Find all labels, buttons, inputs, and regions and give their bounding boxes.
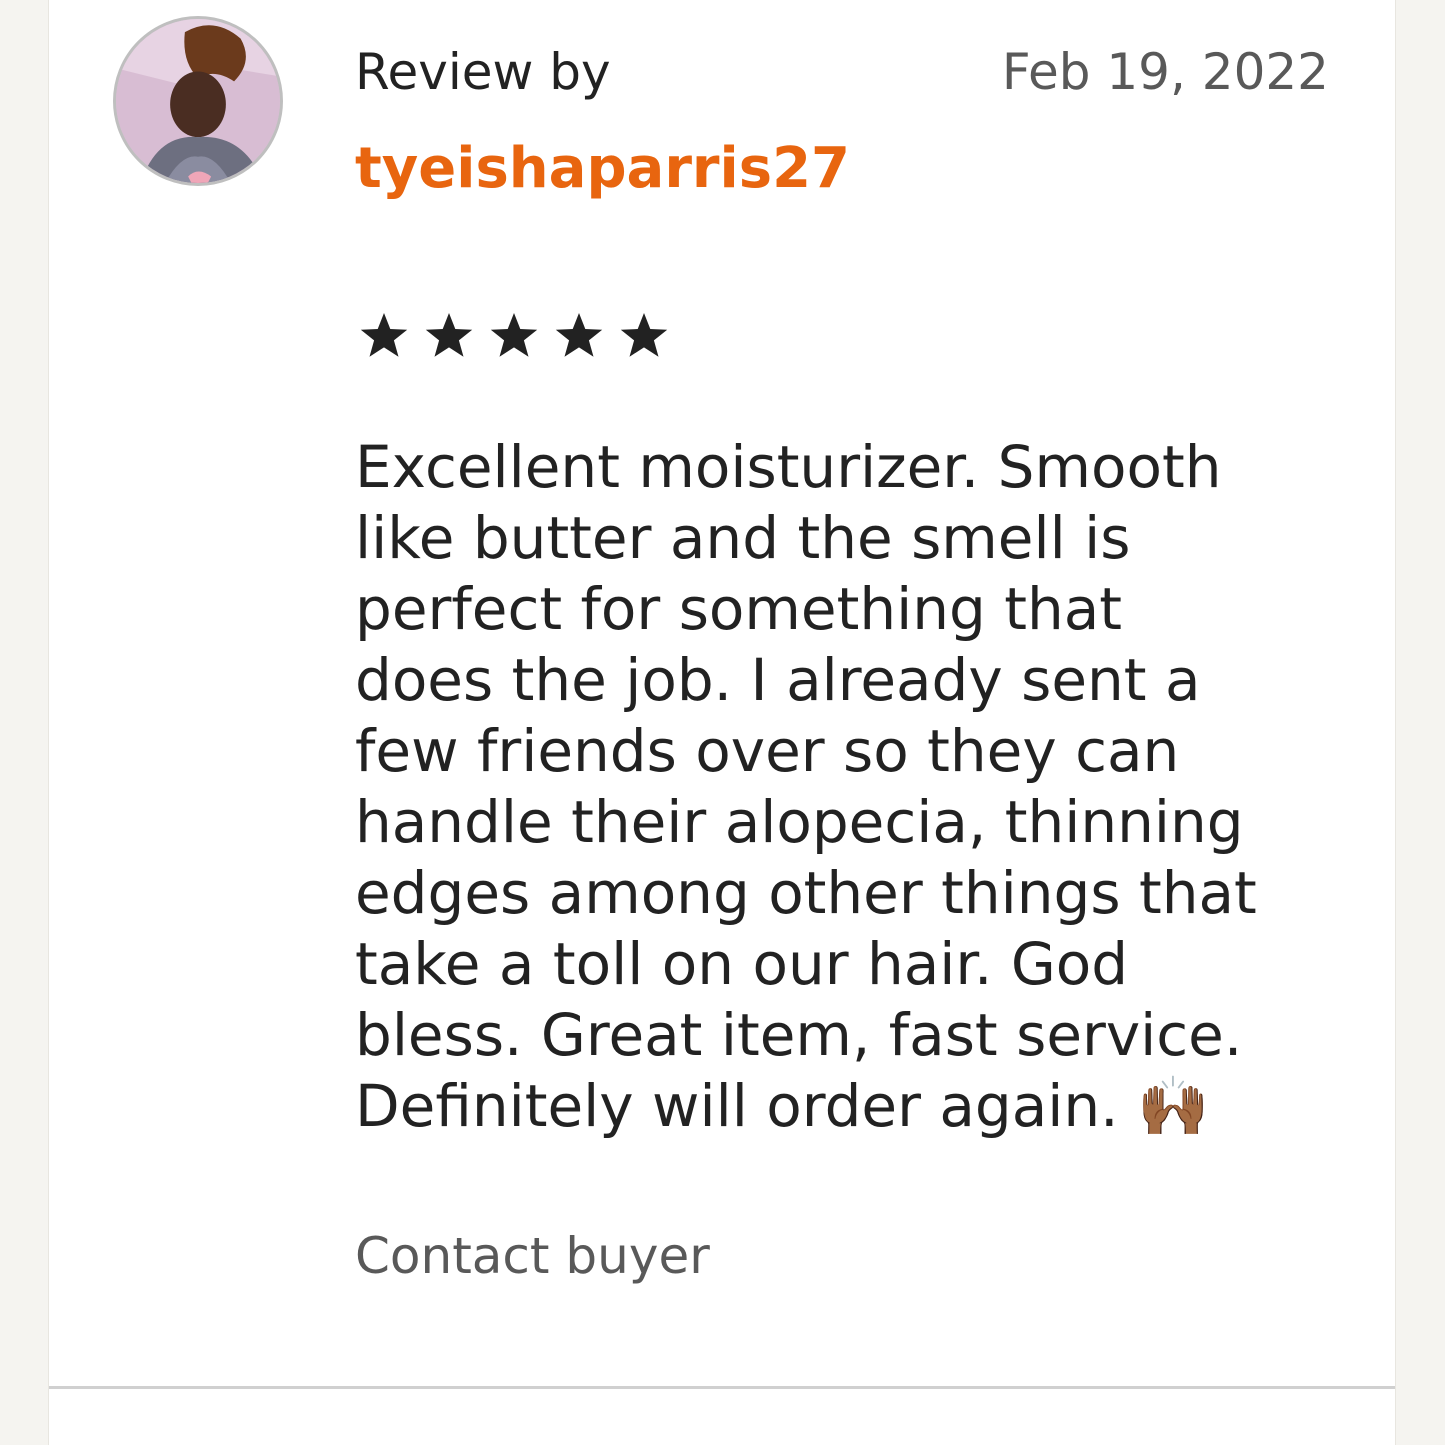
- reviewer-name-link[interactable]: tyeishaparris27: [355, 134, 850, 204]
- star-filled-icon: [425, 313, 473, 357]
- review-by-label: Review by: [355, 43, 611, 101]
- reviewer-avatar[interactable]: [113, 16, 283, 186]
- star-rating: [355, 300, 680, 372]
- review-date: Feb 19, 2022: [1001, 43, 1329, 101]
- contact-buyer-link[interactable]: Contact buyer: [355, 1224, 710, 1288]
- star-filled-icon: [620, 313, 668, 357]
- review-card: Review by Feb 19, 2022 tyeishaparris27 E…: [48, 0, 1396, 1445]
- star-filled-icon: [490, 313, 538, 357]
- avatar-photo-icon: [116, 19, 280, 183]
- review-text: Excellent moisturizer. Smooth like butte…: [355, 433, 1257, 1140]
- star-filled-icon: [555, 313, 603, 357]
- divider: [49, 1386, 1395, 1389]
- star-filled-icon: [360, 313, 408, 357]
